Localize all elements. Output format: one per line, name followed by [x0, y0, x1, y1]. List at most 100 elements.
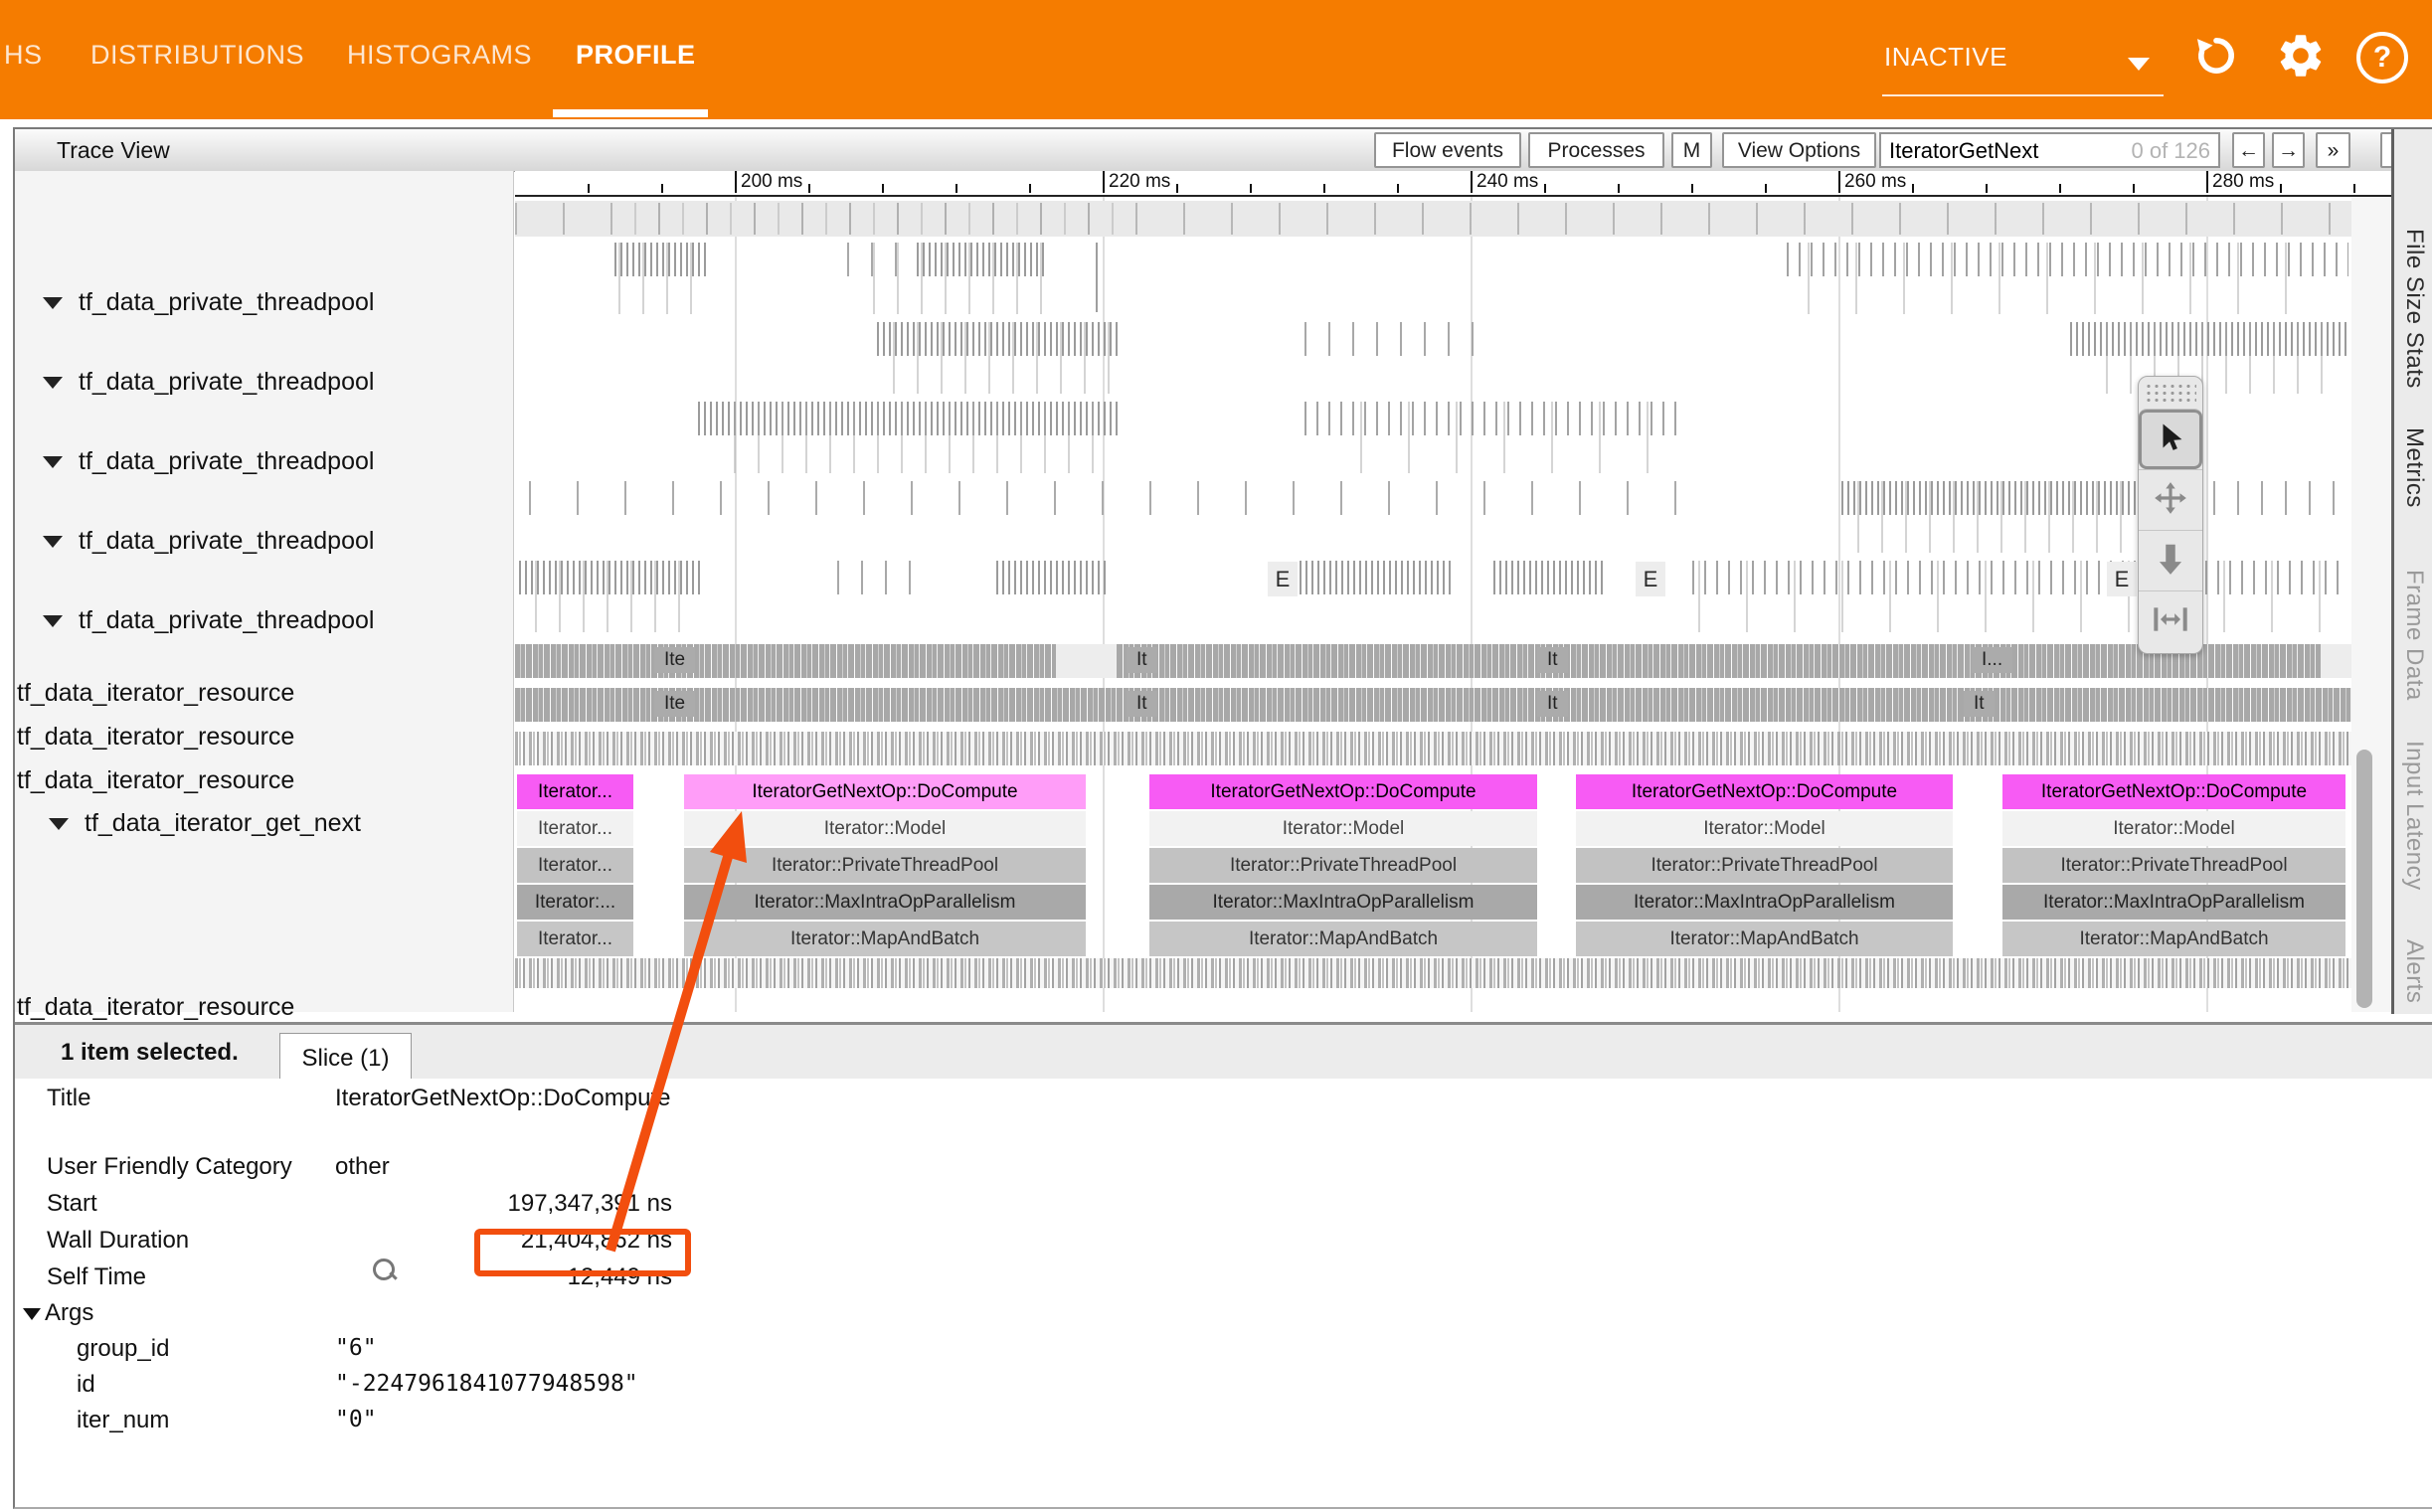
- side-tab-frame-data[interactable]: Frame Data: [2400, 570, 2428, 701]
- get-next-span-group-selected[interactable]: IteratorGetNextOp::DoCompute Iterator::M…: [684, 774, 1086, 956]
- axis-tick: [1765, 184, 1767, 193]
- slice-iterator-mapandbatch[interactable]: Iterator...: [517, 922, 633, 956]
- track-label-iterator-resource[interactable]: tf_data_iterator_resource: [17, 723, 294, 752]
- slice-label[interactable]: It: [1964, 691, 1995, 717]
- timeline-scrollbar[interactable]: [2351, 197, 2390, 1012]
- timeline-stage[interactable]: E E E Ite It It I... Ite It It It Iterat: [515, 197, 2351, 1012]
- slice-iterator-privatethreadpool[interactable]: Iterator::PrivateThreadPool: [1149, 848, 1537, 883]
- slice-iterator-mapandbatch[interactable]: Iterator::MapAndBatch: [1576, 922, 1953, 956]
- find-input[interactable]: IteratorGetNext 0 of 126: [1879, 132, 2220, 168]
- slice-iterator-getnext-selected[interactable]: IteratorGetNextOp::DoCompute: [684, 774, 1086, 809]
- collapse-arrow-icon[interactable]: [43, 297, 63, 309]
- args-toggle[interactable]: Args: [23, 1299, 93, 1327]
- slice-label[interactable]: It: [1537, 647, 1568, 673]
- track-label-iterator-resource[interactable]: tf_data_iterator_resource: [17, 679, 294, 708]
- slice-iterator-maxintraop[interactable]: Iterator::MaxIntraOpParallelism: [684, 885, 1086, 920]
- slice-iterator-model[interactable]: Iterator::Model: [1576, 811, 1953, 846]
- collapse-arrow-icon[interactable]: [49, 818, 69, 830]
- slice-iterator-getnext[interactable]: Iterator...: [517, 774, 633, 809]
- slice-iterator-model[interactable]: Iterator::Model: [684, 811, 1086, 846]
- tab-graphs[interactable]: HS: [4, 40, 43, 71]
- track-label-iterator-resource[interactable]: tf_data_iterator_resource: [17, 993, 294, 1022]
- axis-tick-label: 260 ms: [1844, 171, 1906, 193]
- get-next-span-group[interactable]: Iterator... Iterator... Iterator... Iter…: [517, 774, 633, 956]
- flow-events-button[interactable]: Flow events: [1374, 132, 1521, 168]
- slice-iterator-getnext[interactable]: IteratorGetNextOp::DoCompute: [1149, 774, 1537, 809]
- iterator-resource-track[interactable]: [515, 958, 2351, 988]
- slice-label[interactable]: It: [1127, 691, 1157, 717]
- slice-iterator-mapandbatch[interactable]: Iterator::MapAndBatch: [684, 922, 1086, 956]
- side-tab-metrics[interactable]: Metrics: [2400, 427, 2428, 508]
- track-label-iterator-get-next[interactable]: tf_data_iterator_get_next: [49, 809, 361, 838]
- slice-iterator-privatethreadpool[interactable]: Iterator::PrivateThreadPool: [684, 848, 1086, 883]
- run-selector[interactable]: INACTIVE: [1884, 42, 2007, 73]
- side-tab-input-latency[interactable]: Input Latency: [2400, 741, 2428, 891]
- selection-tool-button[interactable]: [2139, 409, 2202, 469]
- iterator-resource-track[interactable]: Ite It It I...: [515, 644, 2351, 678]
- collapse-arrow-icon[interactable]: [43, 615, 63, 627]
- slice-label[interactable]: Ite: [654, 647, 695, 673]
- track-label-iterator-resource[interactable]: tf_data_iterator_resource: [17, 766, 294, 795]
- get-next-span-group[interactable]: IteratorGetNextOp::DoCompute Iterator::M…: [2002, 774, 2345, 956]
- iterator-resource-track[interactable]: Ite It It It: [515, 688, 2351, 722]
- slice-iterator-mapandbatch[interactable]: Iterator::MapAndBatch: [2002, 922, 2345, 956]
- arg-value: "-2247961841077948598": [335, 1371, 638, 1397]
- track-label-threadpool[interactable]: tf_data_private_threadpool: [43, 447, 374, 476]
- collapse-arrow-icon[interactable]: [43, 536, 63, 548]
- slice-tab[interactable]: Slice (1): [279, 1033, 412, 1083]
- slice-iterator-maxintraop[interactable]: Iterator::MaxIntraOpParallelism: [2002, 885, 2345, 920]
- instant-event-marker[interactable]: E: [1268, 562, 1298, 596]
- slice-iterator-privatethreadpool[interactable]: Iterator::PrivateThreadPool: [2002, 848, 2345, 883]
- scrollbar-thumb[interactable]: [2356, 750, 2372, 1008]
- pan-tool-button[interactable]: [2139, 469, 2202, 530]
- slice-iterator-model[interactable]: Iterator::Model: [2002, 811, 2345, 846]
- track-label-threadpool[interactable]: tf_data_private_threadpool: [43, 527, 374, 556]
- instant-event-marker[interactable]: E: [2107, 562, 2137, 596]
- track-label-threadpool[interactable]: tf_data_private_threadpool: [43, 606, 374, 635]
- get-next-span-group[interactable]: IteratorGetNextOp::DoCompute Iterator::M…: [1149, 774, 1537, 956]
- axis-tick: [2353, 184, 2355, 193]
- processes-button[interactable]: Processes: [1528, 132, 1664, 168]
- slice-iterator-privatethreadpool[interactable]: Iterator::PrivateThreadPool: [1576, 848, 1953, 883]
- refresh-icon[interactable]: [2190, 30, 2242, 82]
- tab-distributions[interactable]: DISTRIBUTIONS: [90, 40, 304, 71]
- slice-iterator-maxintraop[interactable]: Iterator:...: [517, 885, 633, 920]
- collapse-arrow-icon[interactable]: [43, 456, 63, 468]
- find-next-button[interactable]: →: [2272, 132, 2305, 168]
- slice-iterator-maxintraop[interactable]: Iterator::MaxIntraOpParallelism: [1149, 885, 1537, 920]
- slice-iterator-getnext[interactable]: IteratorGetNextOp::DoCompute: [1576, 774, 1953, 809]
- axis-tick: [2059, 184, 2061, 193]
- slice-iterator-mapandbatch[interactable]: Iterator::MapAndBatch: [1149, 922, 1537, 956]
- wall-duration-highlight-box: [474, 1229, 691, 1276]
- palette-grip[interactable]: [2145, 383, 2196, 405]
- side-tab-alerts[interactable]: Alerts: [2400, 939, 2428, 1003]
- zoom-tool-button[interactable]: [2139, 530, 2202, 590]
- slice-iterator-model[interactable]: Iterator::Model: [1149, 811, 1537, 846]
- m-button[interactable]: M: [1671, 132, 1712, 168]
- track-label-threadpool[interactable]: tf_data_private_threadpool: [43, 288, 374, 317]
- get-next-span-group[interactable]: IteratorGetNextOp::DoCompute Iterator::M…: [1576, 774, 1953, 956]
- chevron-down-icon[interactable]: [2128, 58, 2150, 71]
- track-label-threadpool[interactable]: tf_data_private_threadpool: [43, 368, 374, 397]
- expand-button[interactable]: »: [2316, 132, 2350, 168]
- view-options-button[interactable]: View Options: [1722, 132, 1876, 168]
- instant-event-marker[interactable]: E: [1636, 562, 1665, 596]
- slice-label[interactable]: I...: [1972, 647, 2012, 673]
- slice-iterator-model[interactable]: Iterator...: [517, 811, 633, 846]
- tab-profile[interactable]: PROFILE: [576, 40, 696, 71]
- collapse-arrow-icon[interactable]: [43, 377, 63, 389]
- slice-label[interactable]: It: [1537, 691, 1568, 717]
- slice-iterator-privatethreadpool[interactable]: Iterator...: [517, 848, 633, 883]
- side-tab-file-size-stats[interactable]: File Size Stats: [2400, 229, 2428, 389]
- slice-iterator-getnext[interactable]: IteratorGetNextOp::DoCompute: [2002, 774, 2345, 809]
- iterator-resource-track[interactable]: [515, 732, 2351, 765]
- slice-label[interactable]: It: [1127, 647, 1157, 673]
- help-icon[interactable]: ?: [2356, 32, 2408, 84]
- timing-tool-button[interactable]: [2139, 590, 2202, 651]
- slice-iterator-maxintraop[interactable]: Iterator::MaxIntraOpParallelism: [1576, 885, 1953, 920]
- gridline: [1103, 197, 1105, 1012]
- find-prev-button[interactable]: ←: [2232, 132, 2265, 168]
- gear-icon[interactable]: [2275, 30, 2327, 82]
- tab-histograms[interactable]: HISTOGRAMS: [347, 40, 532, 71]
- slice-label[interactable]: Ite: [654, 691, 695, 717]
